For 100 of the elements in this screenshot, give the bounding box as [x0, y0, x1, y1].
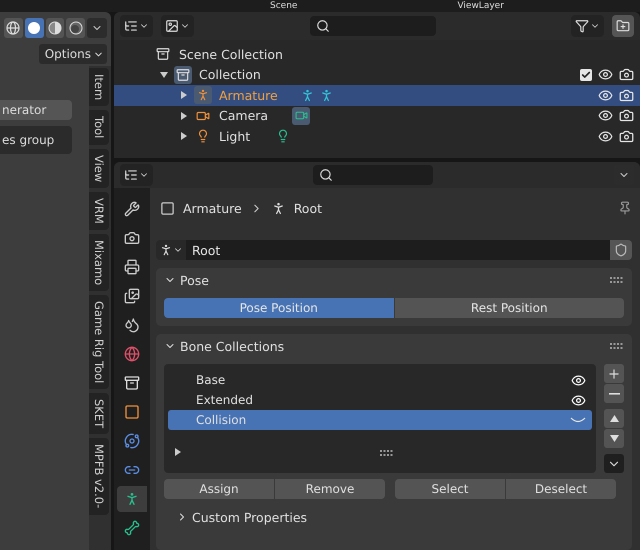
closed-eye-icon[interactable] [570, 415, 586, 425]
sidebar-tab[interactable]: Mixamo [89, 234, 109, 291]
list-item[interactable]: Collision [168, 410, 592, 430]
minus-icon [608, 392, 620, 394]
panel-button[interactable]: nerator [0, 100, 72, 120]
camera-icon[interactable] [619, 88, 634, 103]
solid-sphere-icon [27, 21, 42, 35]
eye-icon[interactable] [598, 128, 613, 144]
scene-name[interactable]: Scene [270, 0, 298, 12]
check-icon [581, 70, 591, 80]
move-up-button[interactable] [604, 409, 624, 428]
outliner-row[interactable]: Light [114, 126, 640, 146]
filter-icon [575, 19, 589, 33]
droplets-icon [124, 317, 140, 333]
figure-icon [196, 88, 210, 102]
filter-dropdown[interactable] [571, 15, 604, 37]
sidebar-tab[interactable]: Item [89, 68, 109, 106]
breadcrumb-item: Armature [183, 200, 242, 216]
pin-icon[interactable] [618, 201, 632, 215]
row-label: Scene Collection [179, 46, 283, 62]
item-label: Extended [196, 393, 253, 407]
outliner-row[interactable]: Scene Collection [114, 44, 640, 64]
bulb-icon [196, 129, 210, 144]
shading-dropdown[interactable] [87, 18, 107, 38]
triangle-down-icon [610, 435, 618, 442]
plus-icon [607, 366, 621, 380]
triangle-right-icon[interactable] [180, 132, 188, 140]
grip-icon [610, 343, 624, 349]
action-button[interactable]: Assign [164, 479, 274, 499]
panel-button[interactable]: es group [0, 126, 72, 154]
search-field[interactable] [310, 16, 436, 36]
outliner-row[interactable]: Camera [114, 106, 640, 126]
bone-icon [124, 520, 140, 536]
triangle-right-icon[interactable] [180, 91, 188, 100]
eye-icon[interactable] [598, 67, 613, 82]
eye-icon[interactable] [598, 108, 613, 124]
item-label: Base [196, 373, 226, 387]
triangle-right-icon[interactable] [180, 112, 188, 120]
shading-button[interactable] [4, 18, 23, 38]
new-collection-button[interactable] [612, 15, 634, 37]
sidebar-tab[interactable]: View [89, 148, 109, 188]
move-down-button[interactable] [604, 429, 624, 448]
shading-button[interactable] [46, 18, 64, 38]
box-icon [156, 47, 170, 62]
action-button[interactable]: Deselect [506, 479, 616, 499]
specials-menu-button[interactable] [604, 454, 624, 473]
images-icon [124, 288, 140, 304]
view-layer-name[interactable]: ViewLayer [457, 0, 504, 12]
box-icon [176, 68, 190, 82]
camera-icon[interactable] [619, 128, 634, 144]
shading-button[interactable] [24, 18, 44, 38]
triangle-down-icon[interactable] [160, 70, 168, 79]
search-icon [319, 168, 333, 182]
triangle-right-icon[interactable] [174, 448, 182, 456]
panel-header[interactable]: Bone Collections [164, 334, 624, 358]
eye-icon[interactable] [571, 392, 586, 408]
figure-icon [159, 243, 173, 257]
camera-icon [294, 109, 308, 122]
search-field[interactable] [313, 165, 433, 185]
printer-icon [124, 259, 140, 275]
globe-icon [124, 346, 140, 362]
row-label: Armature [219, 88, 278, 103]
grip-icon [610, 277, 624, 283]
eye-icon[interactable] [571, 372, 586, 388]
list-item[interactable]: Base [168, 370, 592, 390]
remove-button[interactable] [604, 384, 624, 403]
editor-type-dropdown[interactable] [120, 164, 153, 186]
action-button[interactable]: Remove [275, 479, 385, 499]
item-label: Collision [196, 413, 246, 427]
eye-icon[interactable] [598, 88, 613, 103]
action-button[interactable]: Select [395, 479, 505, 499]
fake-user-button[interactable] [610, 240, 632, 260]
options-dropdown[interactable]: Options [38, 44, 107, 64]
sidebar-tab[interactable]: MPFB v2.0- [89, 438, 109, 515]
add-button[interactable] [604, 364, 624, 383]
name-field[interactable]: Root [186, 240, 610, 260]
camera-icon[interactable] [619, 108, 634, 124]
triangle-up-icon [610, 415, 618, 422]
row-label: Light [219, 128, 250, 144]
toggle-option[interactable]: Pose Position [164, 298, 394, 318]
checkbox[interactable] [580, 68, 592, 81]
datablock-dropdown[interactable] [156, 240, 186, 260]
outliner-row[interactable]: Collection [114, 64, 640, 85]
view-dropdown[interactable] [161, 15, 194, 37]
box-icon [124, 375, 140, 391]
grip-icon [380, 450, 394, 456]
sidebar-tab[interactable]: SKET [89, 393, 109, 434]
outliner-row[interactable]: Armature [114, 85, 640, 106]
subpanel-header[interactable]: Custom Properties [164, 505, 624, 529]
display-mode-dropdown[interactable] [120, 15, 153, 37]
camera-icon[interactable] [619, 67, 634, 82]
toggle-option[interactable]: Rest Position [394, 298, 624, 318]
shading-button[interactable] [66, 18, 86, 38]
sidebar-tab[interactable]: Tool [89, 110, 109, 145]
wrench-icon [124, 201, 140, 217]
list-item[interactable]: Extended [168, 390, 592, 410]
sidebar-tab[interactable]: Game Rig Tool [89, 294, 109, 390]
sidebar-tab[interactable]: VRM [89, 192, 109, 230]
panel-header[interactable]: Pose [164, 268, 624, 292]
orbit-icon [124, 433, 140, 449]
